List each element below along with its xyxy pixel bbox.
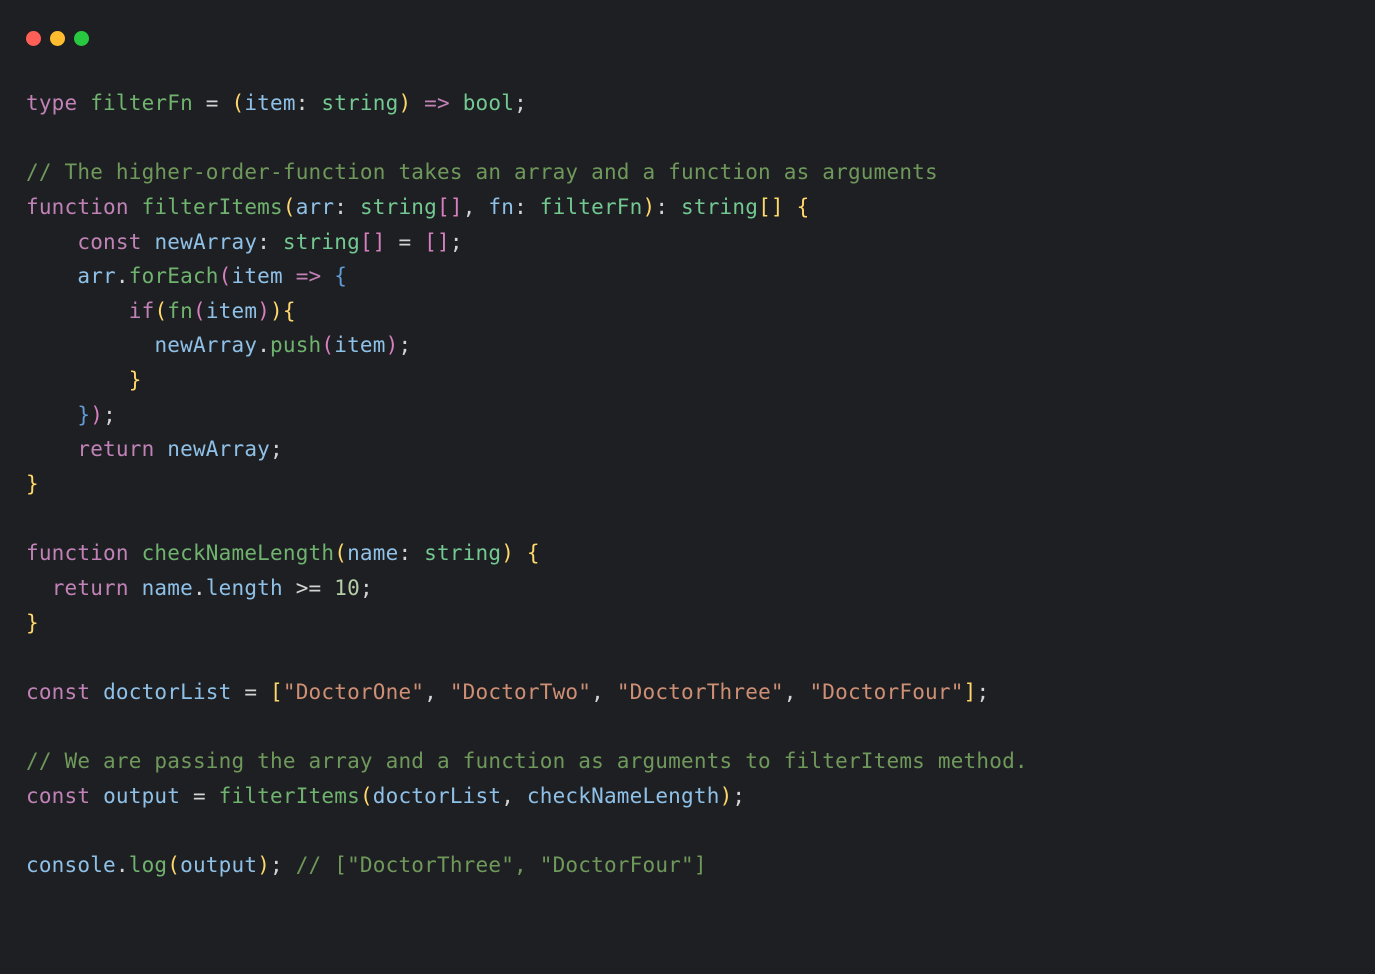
code-line: } <box>26 472 39 496</box>
traffic-light-close-icon[interactable] <box>26 31 41 46</box>
code-line: const newArray: string[] = []; <box>26 230 463 254</box>
code-line: type filterFn = (item: string) => bool; <box>26 91 527 115</box>
code-line: newArray.push(item); <box>26 333 411 357</box>
code-line: } <box>26 611 39 635</box>
window-titlebar <box>0 0 1375 56</box>
code-line: function checkNameLength(name: string) { <box>26 541 540 565</box>
code-line: console.log(output); // ["DoctorThree", … <box>26 853 707 877</box>
code-line: function filterItems(arr: string[], fn: … <box>26 195 809 219</box>
code-line: // We are passing the array and a functi… <box>26 749 1028 773</box>
code-line: } <box>26 368 142 392</box>
code-line: const doctorList = ["DoctorOne", "Doctor… <box>26 680 989 704</box>
traffic-light-minimize-icon[interactable] <box>50 31 65 46</box>
code-window: type filterFn = (item: string) => bool; … <box>0 0 1375 974</box>
code-line: if(fn(item)){ <box>26 299 296 323</box>
code-line: // The higher-order-function takes an ar… <box>26 160 938 184</box>
code-editor[interactable]: type filterFn = (item: string) => bool; … <box>0 56 1375 883</box>
code-line: return newArray; <box>26 437 283 461</box>
code-line: return name.length >= 10; <box>26 576 373 600</box>
code-line: }); <box>26 403 116 427</box>
code-line: const output = filterItems(doctorList, c… <box>26 784 745 808</box>
traffic-light-zoom-icon[interactable] <box>74 31 89 46</box>
code-line: arr.forEach(item => { <box>26 264 347 288</box>
